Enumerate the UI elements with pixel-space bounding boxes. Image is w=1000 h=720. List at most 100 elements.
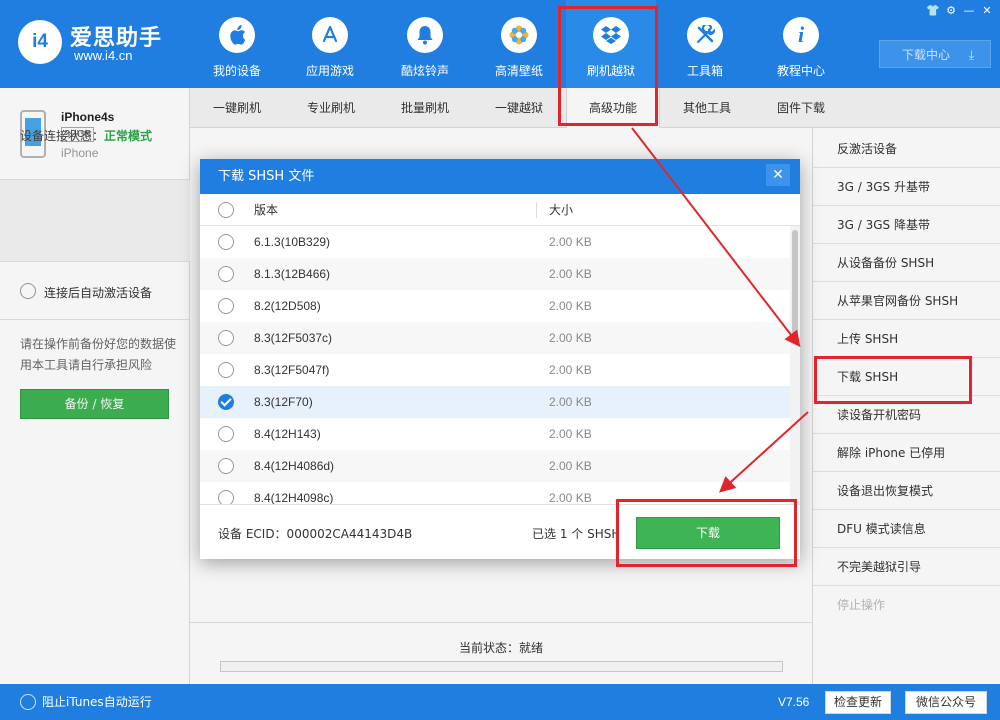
logo-badge-icon: i4: [18, 20, 62, 64]
dropbox-icon: [593, 17, 629, 53]
settings-icon[interactable]: ⚙: [944, 4, 958, 18]
table-row[interactable]: 8.4(12H143) 2.00 KB: [200, 418, 790, 450]
device-name: iPhone4s: [61, 110, 115, 124]
close-icon[interactable]: ✕: [766, 164, 790, 186]
column-divider: [536, 202, 537, 218]
table-row[interactable]: 8.2(12D508) 2.00 KB: [200, 290, 790, 322]
selected-count: 已选 1 个 SHSH: [532, 527, 618, 541]
status-text: 当前状态：就绪: [458, 641, 543, 655]
advanced-menu: 反激活设备 3G / 3GS 升基带 3G / 3GS 降基带 从设备备份 SH…: [812, 128, 1000, 684]
shsh-list: 6.1.3(10B329) 2.00 KB 8.1.3(12B466) 2.00 K…: [200, 226, 800, 504]
device-ecid: 设备 ECID：000002CA44143D4B: [218, 527, 413, 541]
row-radio[interactable]: [218, 490, 234, 504]
download-center-button[interactable]: 下载中心 ⤓: [879, 40, 991, 68]
auto-activate-label: 连接后自动激活设备: [44, 286, 153, 300]
connection-status: 设备连接状态：正常模式: [20, 127, 152, 144]
menu-dfu-info[interactable]: DFU 模式读信息: [813, 510, 1000, 548]
row-radio[interactable]: [218, 266, 234, 282]
tab-pro-flash[interactable]: 专业刷机: [284, 88, 378, 128]
tab-advanced[interactable]: 高级功能: [566, 88, 660, 129]
tab-one-click-jailbreak[interactable]: 一键越狱: [472, 88, 566, 128]
menu-backup-shsh-device[interactable]: 从设备备份 SHSH: [813, 244, 1000, 282]
warning-text: 请在操作前备份好您的数据使用本工具请自行承担风险: [20, 337, 177, 372]
table-row[interactable]: 8.4(12H4086d) 2.00 KB: [200, 450, 790, 482]
table-row[interactable]: 8.4(12H4098c) 2.00 KB: [200, 482, 790, 504]
menu-upload-shsh[interactable]: 上传 SHSH: [813, 320, 1000, 358]
table-row[interactable]: 8.3(12F5037c) 2.00 KB: [200, 322, 790, 354]
auto-activate-radio[interactable]: [20, 283, 36, 299]
row-radio[interactable]: [218, 458, 234, 474]
block-itunes-label: 阻止iTunes自动运行: [42, 695, 152, 709]
table-row-selected[interactable]: 8.3(12F70) 2.00 KB: [200, 386, 790, 418]
tab-batch-flash[interactable]: 批量刷机: [378, 88, 472, 128]
tab-one-click-flash[interactable]: 一键刷机: [190, 88, 284, 128]
download-shsh-dialog: 下载 SHSH 文件 ✕ 版本 大小 6.1.3(10B329) 2.00 KB …: [200, 159, 800, 559]
scrollbar-thumb[interactable]: [792, 230, 798, 342]
nav-apps-games[interactable]: 应用游戏: [285, 0, 375, 88]
app-store-icon: [312, 17, 348, 53]
list-scrollbar[interactable]: [790, 226, 800, 504]
menu-tethered-boot[interactable]: 不完美越狱引导: [813, 548, 1000, 586]
select-all-radio[interactable]: [218, 202, 234, 218]
menu-unlock-disabled[interactable]: 解除 iPhone 已停用: [813, 434, 1000, 472]
menu-upgrade-baseband[interactable]: 3G / 3GS 升基带: [813, 168, 1000, 206]
menu-downgrade-baseband[interactable]: 3G / 3GS 降基带: [813, 206, 1000, 244]
menu-exit-recovery[interactable]: 设备退出恢复模式: [813, 472, 1000, 510]
nav-my-device[interactable]: 我的设备: [192, 0, 282, 88]
tools-icon: [687, 17, 723, 53]
app-logo: i4 爱思助手 www.i4.cn: [18, 18, 188, 68]
table-header: 版本 大小: [200, 194, 800, 226]
close-window-icon[interactable]: ✕: [980, 4, 994, 18]
connection-status-box: [0, 180, 190, 262]
download-center-label: 下载中心: [902, 48, 951, 62]
connection-status-label: 设备连接状态：: [20, 129, 105, 143]
menu-read-passcode[interactable]: 读设备开机密码: [813, 396, 1000, 434]
dialog-footer: 设备 ECID：000002CA44143D4B 已选 1 个 SHSH 下载: [200, 504, 800, 559]
column-version: 版本: [254, 203, 279, 217]
skin-icon[interactable]: 👕: [926, 4, 940, 18]
row-radio-checked[interactable]: [218, 394, 234, 410]
apple-icon: [219, 17, 255, 53]
download-button[interactable]: 下载: [636, 517, 780, 549]
dialog-title: 下载 SHSH 文件: [200, 159, 800, 194]
window-controls: 👕 ⚙ — ✕: [926, 4, 994, 18]
check-update-button[interactable]: 检查更新: [825, 691, 891, 714]
block-itunes-radio[interactable]: [20, 694, 36, 710]
top-header: i4 爱思助手 www.i4.cn 我的设备 应用游戏 酷炫铃声 高清壁纸 刷机…: [0, 0, 1000, 88]
menu-deactivate[interactable]: 反激活设备: [813, 130, 1000, 168]
tab-firmware-download[interactable]: 固件下载: [754, 88, 848, 128]
wechat-button[interactable]: 微信公众号: [905, 691, 987, 714]
nav-tutorials[interactable]: i 教程中心: [756, 0, 846, 88]
nav-ringtones[interactable]: 酷炫铃声: [380, 0, 470, 88]
app-url: www.i4.cn: [74, 48, 133, 63]
info-icon: i: [783, 17, 819, 53]
minimize-icon[interactable]: —: [962, 4, 976, 18]
column-size: 大小: [549, 203, 574, 217]
row-radio[interactable]: [218, 234, 234, 250]
version-label: V7.56: [778, 695, 810, 709]
status-bar: 阻止iTunes自动运行 V7.56 检查更新 微信公众号: [0, 684, 1000, 720]
row-radio[interactable]: [218, 298, 234, 314]
table-row[interactable]: 6.1.3(10B329) 2.00 KB: [200, 226, 790, 258]
row-radio[interactable]: [218, 330, 234, 346]
menu-download-shsh[interactable]: 下载 SHSH: [813, 358, 1000, 396]
menu-stop: 停止操作: [837, 598, 886, 612]
sub-tab-bar: 一键刷机 专业刷机 批量刷机 一键越狱 高级功能 其他工具 固件下载: [190, 88, 1000, 129]
device-panel: iPhone4s 32GB iPhone 连接后自动激活设备 请在操作前备份好您…: [0, 88, 190, 684]
tab-other-tools[interactable]: 其他工具: [660, 88, 754, 128]
row-radio[interactable]: [218, 362, 234, 378]
flower-icon: [501, 17, 537, 53]
download-arrow-icon: ⤓: [968, 48, 974, 62]
nav-wallpapers[interactable]: 高清壁纸: [474, 0, 564, 88]
menu-backup-shsh-apple[interactable]: 从苹果官网备份 SHSH: [813, 282, 1000, 320]
nav-toolbox[interactable]: 工具箱: [660, 0, 750, 88]
progress-bar: [220, 661, 783, 672]
row-radio[interactable]: [218, 426, 234, 442]
table-row[interactable]: 8.3(12F5047f) 2.00 KB: [200, 354, 790, 386]
table-row[interactable]: 8.1.3(12B466) 2.00 KB: [200, 258, 790, 290]
device-model: iPhone: [61, 146, 99, 160]
backup-restore-button[interactable]: 备份 / 恢复: [20, 389, 169, 419]
bell-icon: [407, 17, 443, 53]
auto-activate-row[interactable]: 连接后自动激活设备: [0, 262, 190, 320]
nav-flash-jailbreak[interactable]: 刷机越狱: [566, 0, 656, 88]
